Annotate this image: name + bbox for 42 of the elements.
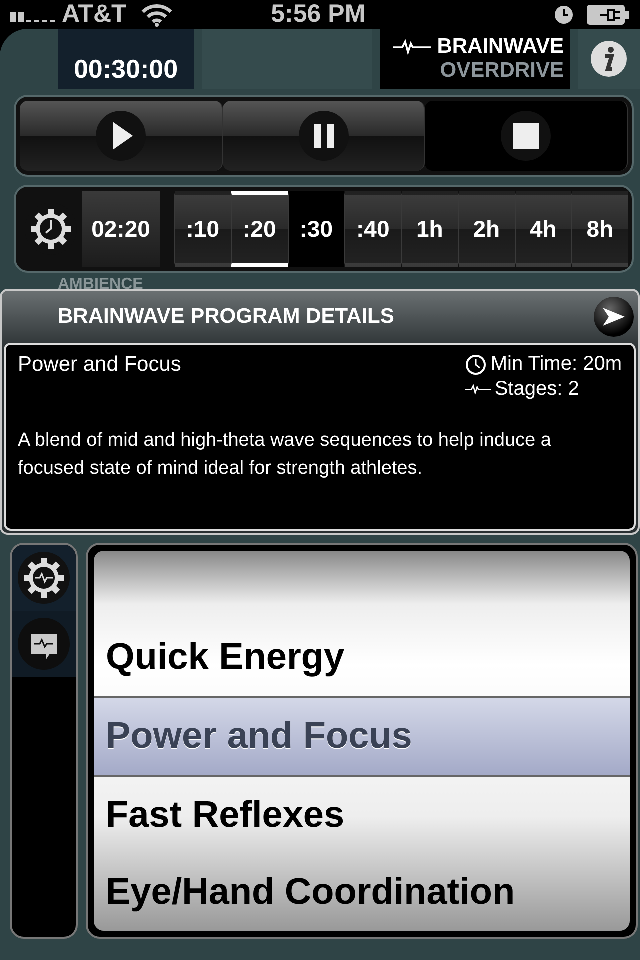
min-time: Min Time: 20m — [490, 353, 622, 376]
next-button[interactable] — [594, 297, 634, 337]
duration-preset[interactable]: :30 — [288, 191, 344, 267]
clock-icon — [464, 354, 487, 376]
speech-bubble-icon — [16, 616, 72, 672]
clock-icon — [554, 4, 574, 24]
stop-icon — [500, 110, 552, 162]
pause-button[interactable] — [222, 101, 426, 171]
program-option[interactable]: Eye/Hand Coordination — [94, 854, 630, 931]
panel-title: BRAINWAVE PROGRAM DETAILS — [57, 305, 396, 329]
duration-preset[interactable]: 2h — [458, 191, 514, 267]
carrier-name: AT&T — [62, 0, 127, 29]
duration-preset[interactable]: 1h — [401, 191, 458, 267]
wifi-icon — [140, 2, 173, 26]
info-button[interactable] — [578, 29, 640, 89]
duration-preset[interactable]: 4h — [514, 191, 572, 267]
pause-icon — [298, 110, 350, 162]
pulse-icon — [464, 384, 491, 395]
program-option[interactable]: Fast Reflexes — [94, 776, 630, 854]
elapsed-time: 02:20 — [82, 191, 160, 267]
stage-count: Stages: 2 — [494, 378, 580, 401]
duration-preset[interactable]: :10 — [174, 191, 231, 267]
battery-icon — [586, 4, 630, 26]
play-icon — [94, 110, 147, 162]
duration-preset[interactable]: :40 — [344, 191, 401, 267]
program-option[interactable]: Quick Energy — [94, 618, 630, 696]
brand-title: BRAINWAVE — [437, 35, 564, 59]
ambience-label: AMBIENCE — [58, 275, 144, 289]
program-option[interactable]: Power and Focus — [94, 696, 630, 777]
duration-preset[interactable]: :20 — [230, 191, 288, 267]
program-description: A blend of mid and high-theta wave sequences to help induce a focused state of mind ideal for strength athletes. — [18, 429, 552, 481]
program-picker[interactable]: Quick Energy Power and Focus Fast Reflexes Eye/Hand Coordination — [94, 551, 630, 931]
duration-preset[interactable]: 8h — [571, 191, 628, 267]
program-name: Power and Focus — [18, 353, 182, 378]
info-icon — [590, 40, 628, 78]
arrow-icon — [601, 306, 627, 328]
session-timer: 00:30:00 — [58, 29, 194, 89]
stop-button[interactable] — [425, 101, 628, 171]
brand-subtitle: OVERDRIVE — [440, 59, 564, 83]
side-tab[interactable] — [12, 611, 76, 677]
status-time: 5:56 PM — [270, 0, 367, 29]
pulse-icon — [393, 39, 432, 55]
